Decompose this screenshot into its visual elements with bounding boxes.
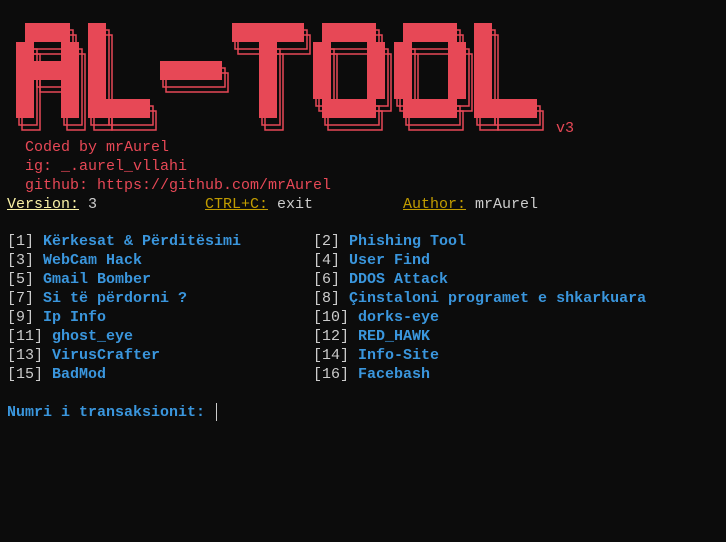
menu-item-number: [6] — [313, 271, 341, 288]
menu-item[interactable]: [13] VirusCrafter — [7, 346, 160, 365]
menu-item[interactable]: [11] ghost_eye — [7, 327, 133, 346]
banner-github: github: https://github.com/mrAurel — [25, 177, 332, 194]
menu-item[interactable]: [1] Kërkesat & Përditësimi — [7, 232, 241, 251]
menu-item-number: [14] — [313, 347, 350, 364]
menu-item[interactable]: [6] DDOS Attack — [313, 270, 448, 289]
menu-item-number: [7] — [7, 290, 35, 307]
exit-info: CTRL+C: exit — [205, 195, 313, 214]
menu-item-label: Ip Info — [43, 309, 107, 326]
menu-item-number: [16] — [313, 366, 350, 383]
menu-item[interactable]: [3] WebCam Hack — [7, 251, 142, 270]
menu-item[interactable]: [12] RED_HAWK — [313, 327, 430, 346]
menu-item[interactable]: [7] Si të përdorni ? — [7, 289, 187, 308]
version-tag: v3 — [556, 120, 575, 137]
version-value: 3 — [88, 196, 98, 213]
menu-item-number: [1] — [7, 233, 35, 250]
author-value: mrAurel — [475, 196, 539, 213]
menu-item-label: Çinstaloni programet e shkarkuara — [349, 290, 647, 307]
al-tool-ascii-logo — [16, 23, 544, 131]
menu-item[interactable]: [5] Gmail Bomber — [7, 270, 151, 289]
menu-item-label: User Find — [349, 252, 431, 269]
transaction-prompt[interactable]: Numri i transaksionit: — [7, 403, 218, 422]
menu-item[interactable]: [16] Facebash — [313, 365, 430, 384]
menu-item-number: [4] — [313, 252, 341, 269]
menu-item-number: [8] — [313, 290, 341, 307]
menu-item-number: [10] — [313, 309, 350, 326]
menu-item-number: [13] — [7, 347, 44, 364]
menu-item-number: [15] — [7, 366, 44, 383]
menu-item-number: [9] — [7, 309, 35, 326]
text-cursor — [216, 403, 218, 422]
exit-value: exit — [277, 196, 314, 213]
menu-item-label: ghost_eye — [52, 328, 134, 345]
menu-item[interactable]: [10] dorks-eye — [313, 308, 439, 327]
version-info: Version: 3 — [7, 195, 97, 214]
menu-item-number: [12] — [313, 328, 350, 345]
menu-item-label: dorks-eye — [358, 309, 440, 326]
menu-item-number: [5] — [7, 271, 35, 288]
version-label: Version: — [7, 196, 80, 213]
menu-item-number: [2] — [313, 233, 341, 250]
menu-item-label: Si të përdorni ? — [43, 290, 188, 307]
prompt-label: Numri i transaksionit: — [7, 404, 206, 421]
menu-item-number: [11] — [7, 328, 44, 345]
banner-instagram: ig: _.aurel_vllahi — [25, 158, 188, 175]
menu-item[interactable]: [9] Ip Info — [7, 308, 106, 327]
menu-item[interactable]: [4] User Find — [313, 251, 430, 270]
menu-item-label: Phishing Tool — [349, 233, 467, 250]
menu-item-label: Gmail Bomber — [43, 271, 152, 288]
menu-item-label: VirusCrafter — [52, 347, 161, 364]
author-info: Author: mrAurel — [403, 195, 538, 214]
menu-item-label: BadMod — [52, 366, 107, 383]
author-label: Author: — [403, 196, 467, 213]
menu-item-number: [3] — [7, 252, 35, 269]
menu-item[interactable]: [8] Çinstaloni programet e shkarkuara — [313, 289, 646, 308]
menu-item-label: RED_HAWK — [358, 328, 431, 345]
menu-item[interactable]: [14] Info-Site — [313, 346, 439, 365]
menu-item[interactable]: [2] Phishing Tool — [313, 232, 466, 251]
menu-item-label: Facebash — [358, 366, 431, 383]
menu-item-label: DDOS Attack — [349, 271, 449, 288]
banner-coded-by: Coded by mrAurel — [25, 139, 170, 156]
menu-item-label: Info-Site — [358, 347, 440, 364]
menu-item-label: WebCam Hack — [43, 252, 143, 269]
menu-item[interactable]: [15] BadMod — [7, 365, 106, 384]
exit-label: CTRL+C: — [205, 196, 269, 213]
menu-item-label: Kërkesat & Përditësimi — [43, 233, 242, 250]
